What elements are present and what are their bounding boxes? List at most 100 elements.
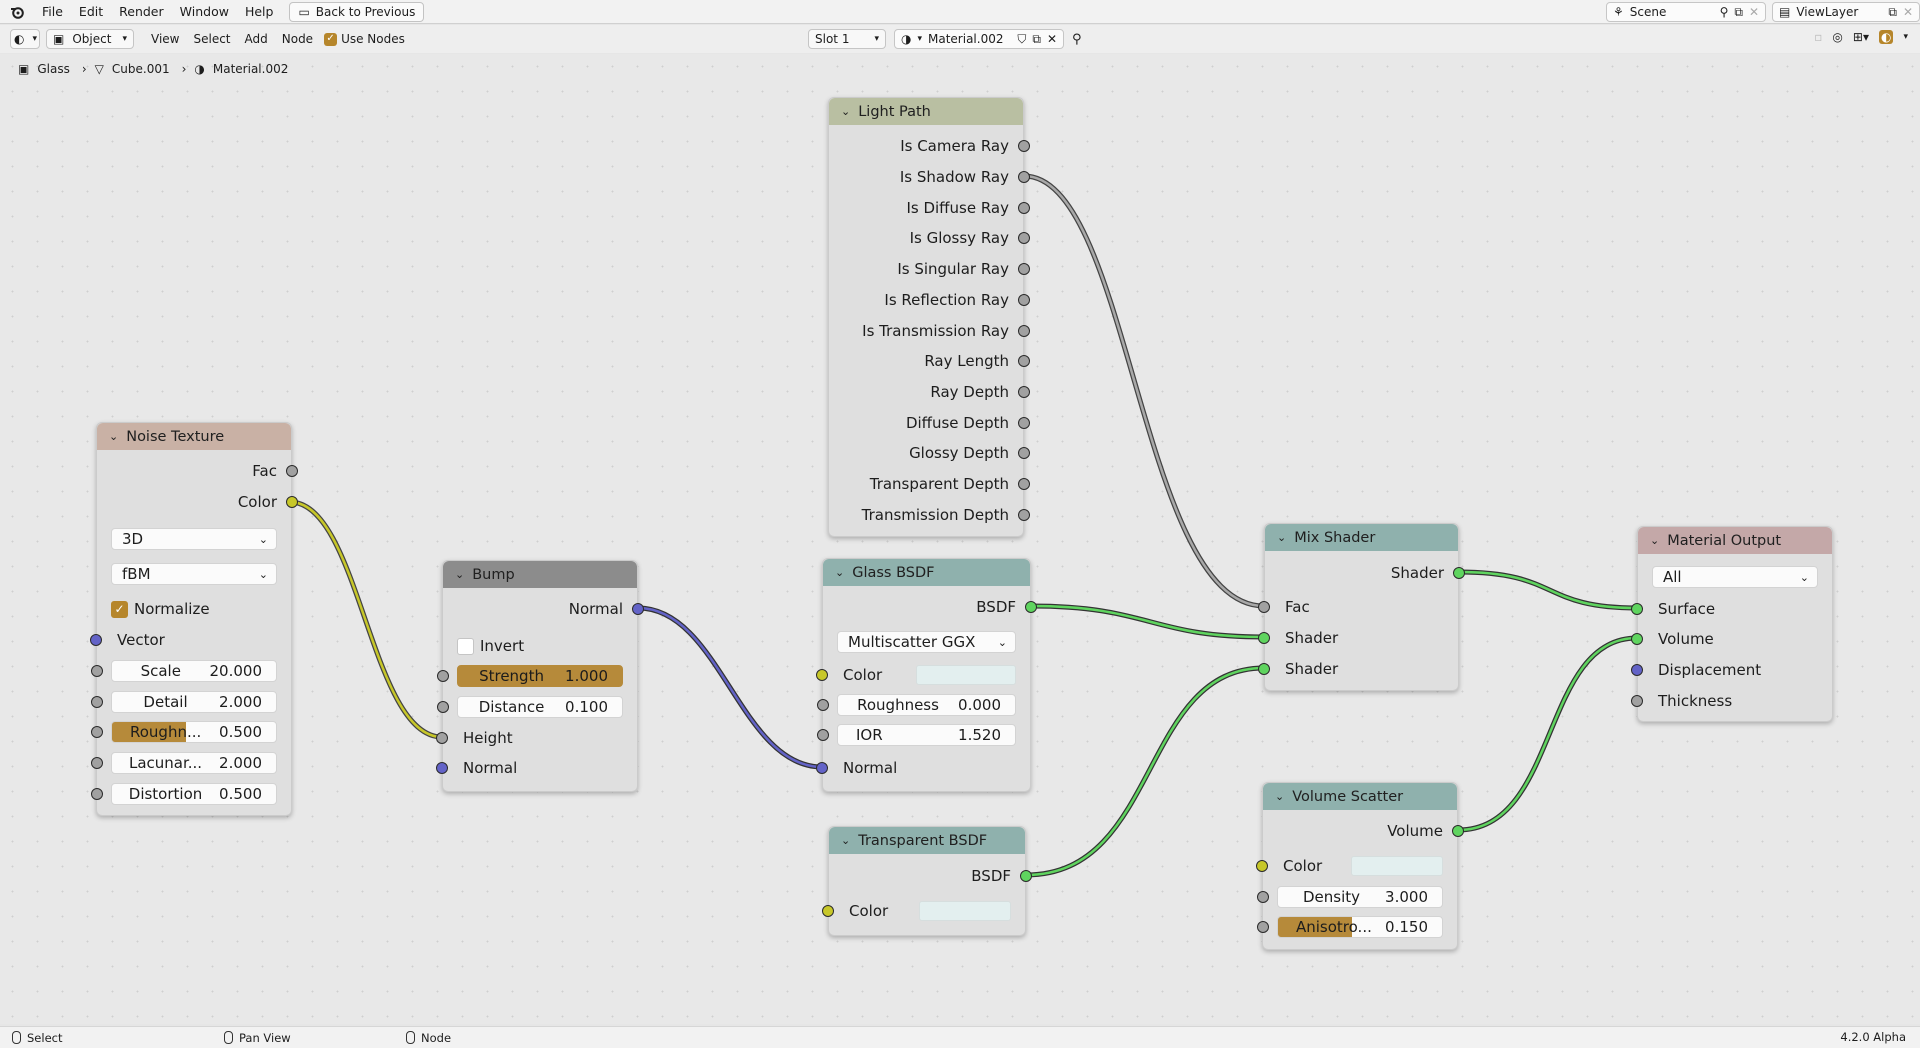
socket[interactable] bbox=[436, 732, 448, 744]
socket[interactable] bbox=[1018, 509, 1030, 521]
gizmo-icon[interactable]: ⊞▾ bbox=[1853, 30, 1869, 44]
add-menu[interactable]: Add bbox=[238, 25, 275, 53]
socket[interactable] bbox=[1257, 921, 1269, 933]
socket[interactable] bbox=[817, 729, 829, 741]
noise-type-dropdown[interactable]: fBM ⌄ bbox=[111, 563, 277, 585]
socket[interactable] bbox=[1018, 140, 1030, 152]
use-nodes-toggle[interactable]: ✓ Use Nodes bbox=[324, 32, 405, 46]
socket[interactable] bbox=[90, 634, 102, 646]
fake-user-shield-icon[interactable]: ⛉ bbox=[1017, 32, 1026, 47]
anisotropy-field[interactable]: Anisotro... 0.150 bbox=[1257, 916, 1443, 938]
distortion-field[interactable]: Distortion 0.500 bbox=[91, 783, 277, 805]
menu-file[interactable]: File bbox=[34, 0, 71, 24]
node-header[interactable]: ⌄ Transparent BSDF bbox=[829, 827, 1025, 854]
node-material-output[interactable]: ⌄ Material Output All ⌄ Surface Volume Di… bbox=[1631, 526, 1833, 722]
close-icon[interactable]: ✕ bbox=[1749, 5, 1759, 19]
ior-field[interactable]: IOR 1.520 bbox=[817, 724, 1016, 746]
socket[interactable] bbox=[632, 603, 644, 615]
color-swatch[interactable] bbox=[916, 665, 1016, 685]
blender-logo-icon[interactable] bbox=[0, 5, 34, 19]
socket[interactable] bbox=[1631, 633, 1643, 645]
roughness-field[interactable]: Roughn... 0.500 bbox=[91, 721, 277, 743]
menu-help[interactable]: Help bbox=[237, 0, 282, 24]
node-header[interactable]: ⌄ Bump bbox=[443, 561, 637, 588]
duplicate-icon[interactable]: ⧉ bbox=[1032, 32, 1041, 47]
density-field[interactable]: Density 3.000 bbox=[1257, 886, 1443, 908]
socket[interactable] bbox=[1631, 664, 1643, 676]
socket[interactable] bbox=[1258, 663, 1270, 675]
collapse-chevron-icon[interactable]: ⌄ bbox=[835, 566, 844, 579]
socket[interactable] bbox=[91, 788, 103, 800]
socket[interactable] bbox=[817, 699, 829, 711]
node-menu[interactable]: Node bbox=[275, 25, 320, 53]
node-noise-texture[interactable]: ⌄ Noise Texture Fac Color 3D ⌄ fBM ⌄ ✓ Norm… bbox=[90, 422, 298, 816]
node-header[interactable]: ⌄ Volume Scatter bbox=[1263, 783, 1457, 810]
socket[interactable] bbox=[1018, 263, 1030, 275]
node-header[interactable]: ⌄ Glass BSDF bbox=[823, 559, 1030, 586]
scene-selector[interactable]: ⚘ Scene ⚲ ⧉ ✕ bbox=[1606, 2, 1766, 22]
socket[interactable] bbox=[436, 762, 448, 774]
socket[interactable] bbox=[91, 665, 103, 677]
slot-dropdown[interactable]: Slot 1 ▾ bbox=[808, 29, 886, 49]
socket[interactable] bbox=[1018, 294, 1030, 306]
select-menu[interactable]: Select bbox=[186, 25, 237, 53]
menu-edit[interactable]: Edit bbox=[71, 0, 111, 24]
collapse-chevron-icon[interactable]: ⌄ bbox=[841, 105, 850, 118]
socket[interactable] bbox=[286, 496, 298, 508]
socket[interactable] bbox=[1453, 567, 1465, 579]
target-dropdown[interactable]: All ⌄ bbox=[1652, 566, 1818, 588]
shading-dropdown-icon[interactable]: ▾ bbox=[1903, 32, 1908, 42]
close-layer-icon[interactable]: ✕ bbox=[1903, 5, 1913, 19]
socket[interactable] bbox=[1631, 603, 1643, 615]
socket[interactable] bbox=[437, 670, 449, 682]
strength-field[interactable]: Strength 1.000 bbox=[437, 665, 623, 687]
socket[interactable] bbox=[822, 905, 834, 917]
socket[interactable] bbox=[1258, 601, 1270, 613]
socket[interactable] bbox=[1018, 202, 1030, 214]
copy-layer-icon[interactable]: ⧉ bbox=[1888, 5, 1897, 20]
distribution-dropdown[interactable]: Multiscatter GGX ⌄ bbox=[837, 631, 1016, 653]
editor-type-dropdown[interactable]: ◐ ▾ bbox=[10, 29, 40, 49]
socket[interactable] bbox=[1256, 860, 1268, 872]
scale-field[interactable]: Scale 20.000 bbox=[91, 660, 277, 682]
socket[interactable] bbox=[1018, 325, 1030, 337]
pin-material-icon[interactable]: ⚲ bbox=[1072, 32, 1082, 47]
collapse-chevron-icon[interactable]: ⌄ bbox=[1650, 534, 1659, 547]
socket[interactable] bbox=[1631, 695, 1643, 707]
node-mix-shader[interactable]: ⌄ Mix Shader Shader Fac Shader Shader bbox=[1258, 523, 1465, 691]
distance-field[interactable]: Distance 0.100 bbox=[437, 696, 623, 718]
node-volume-scatter[interactable]: ⌄ Volume Scatter Volume Color Density 3.0… bbox=[1256, 782, 1464, 950]
socket[interactable] bbox=[816, 669, 828, 681]
roughness-field[interactable]: Roughness 0.000 bbox=[817, 694, 1016, 716]
back-to-previous-button[interactable]: ▭ Back to Previous bbox=[289, 1, 425, 22]
socket[interactable] bbox=[816, 762, 828, 774]
socket[interactable] bbox=[1020, 870, 1032, 882]
socket[interactable] bbox=[1018, 417, 1030, 429]
invert-checkbox[interactable]: Invert bbox=[457, 635, 524, 657]
socket[interactable] bbox=[1018, 355, 1030, 367]
socket[interactable] bbox=[1018, 447, 1030, 459]
normalize-checkbox[interactable]: ✓ Normalize bbox=[111, 598, 210, 620]
unlink-icon[interactable]: ✕ bbox=[1047, 32, 1057, 46]
view-layer-selector[interactable]: ▤ ViewLayer ⧉ ✕ bbox=[1772, 2, 1920, 22]
color-swatch[interactable] bbox=[919, 901, 1011, 921]
socket[interactable] bbox=[1452, 825, 1464, 837]
node-transparent-bsdf[interactable]: ⌄ Transparent BSDF BSDF Color bbox=[822, 826, 1032, 936]
view-menu[interactable]: View bbox=[144, 25, 186, 53]
overlay-icon[interactable]: ◎ bbox=[1832, 30, 1842, 44]
shading-icon[interactable]: ◐ bbox=[1878, 30, 1894, 44]
lacunarity-field[interactable]: Lacunar... 2.000 bbox=[91, 752, 277, 774]
node-header[interactable]: ⌄ Mix Shader bbox=[1265, 524, 1458, 551]
socket[interactable] bbox=[1018, 232, 1030, 244]
socket[interactable] bbox=[1258, 632, 1270, 644]
socket[interactable] bbox=[286, 465, 298, 477]
collapse-chevron-icon[interactable]: ⌄ bbox=[455, 568, 464, 581]
socket[interactable] bbox=[1018, 478, 1030, 490]
socket[interactable] bbox=[1025, 601, 1037, 613]
detail-field[interactable]: Detail 2.000 bbox=[91, 691, 277, 713]
node-header[interactable]: ⌄ Light Path bbox=[829, 98, 1023, 125]
color-swatch[interactable] bbox=[1351, 856, 1443, 876]
collapse-chevron-icon[interactable]: ⌄ bbox=[841, 834, 850, 847]
collapse-chevron-icon[interactable]: ⌄ bbox=[109, 430, 118, 443]
pin-icon[interactable]: ⚲ bbox=[1720, 5, 1729, 19]
